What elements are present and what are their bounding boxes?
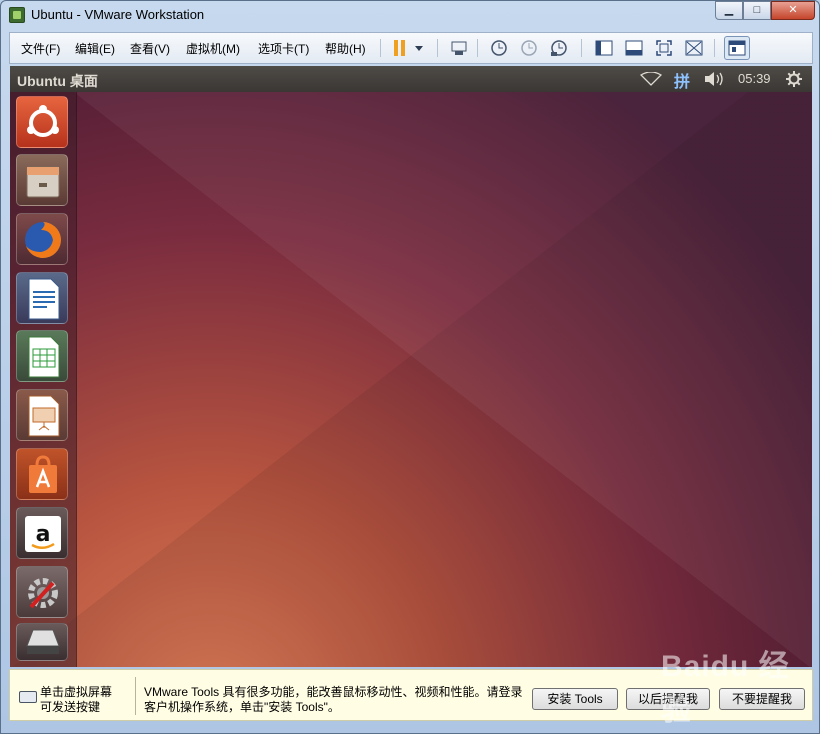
snapshot-take-icon[interactable] — [489, 38, 509, 58]
quick-switch-icon[interactable] — [624, 38, 644, 58]
volume-icon[interactable] — [704, 72, 726, 91]
console-view-icon[interactable] — [594, 38, 614, 58]
menu-file[interactable]: 文件(F) — [21, 40, 60, 57]
toolbar-separator — [581, 39, 582, 57]
vmware-window: Ubuntu - VMware Workstation ▁ □ ✕ 文件(F) … — [0, 0, 820, 734]
watermark: Baidu 经验 — [661, 650, 790, 727]
toolbar-separator — [714, 39, 715, 57]
network-icon[interactable] — [639, 71, 663, 91]
minimize-button[interactable]: ▁ — [715, 1, 743, 20]
libreoffice-calc-icon[interactable] — [16, 330, 68, 382]
software-center-icon[interactable] — [16, 448, 68, 500]
toolbar-separator — [380, 39, 381, 57]
clock[interactable]: 05:39 — [738, 71, 771, 86]
window-controls: ▁ □ ✕ — [715, 1, 815, 20]
vmware-app-icon — [9, 7, 25, 23]
files-icon[interactable] — [16, 154, 68, 206]
click-hint: 单击虚拟屏幕 可发送按键 — [40, 685, 113, 714]
thumbnail-view-icon[interactable] — [724, 36, 750, 60]
infobar-divider — [135, 677, 136, 715]
system-settings-icon[interactable] — [16, 566, 68, 618]
firefox-icon[interactable] — [16, 213, 68, 265]
toolbar-separator — [437, 39, 438, 57]
install-tools-button[interactable]: 安装 Tools — [532, 688, 618, 710]
window-title: Ubuntu - VMware Workstation — [31, 7, 205, 22]
menu-view[interactable]: 查看(V) — [130, 40, 170, 57]
dropdown-arrow-icon[interactable] — [412, 38, 426, 58]
ubuntu-top-panel: Ubuntu 桌面 拼 05:39 — [10, 66, 812, 92]
snapshot-revert-icon[interactable] — [519, 38, 539, 58]
drive-icon[interactable] — [16, 623, 68, 661]
maximize-button[interactable]: □ — [743, 1, 771, 20]
menu-vm[interactable]: 虚拟机(M) — [186, 40, 240, 57]
settings-gear-icon[interactable] — [786, 71, 802, 92]
input-method-icon[interactable]: 拼 — [674, 68, 690, 92]
pause-icon[interactable] — [390, 38, 410, 58]
svg-text:a: a — [36, 522, 51, 547]
tools-message: VMware Tools 具有很多功能，能改善鼠标移动性、视频和性能。请登录客户… — [144, 685, 523, 714]
dash-home-icon[interactable] — [16, 96, 68, 148]
libreoffice-impress-icon[interactable] — [16, 389, 68, 441]
libreoffice-writer-icon[interactable] — [16, 272, 68, 324]
keyboard-icon — [19, 691, 37, 703]
send-ctrl-alt-del-icon[interactable] — [449, 38, 469, 58]
title-bar[interactable]: Ubuntu - VMware Workstation ▁ □ ✕ — [1, 1, 819, 29]
unity-icon[interactable] — [684, 38, 704, 58]
amazon-icon[interactable]: a — [16, 507, 68, 559]
toolbar-separator — [477, 39, 478, 57]
menu-edit[interactable]: 编辑(E) — [75, 40, 115, 57]
menu-help[interactable]: 帮助(H) — [325, 40, 366, 57]
menu-tabs[interactable]: 选项卡(T) — [258, 40, 309, 57]
unity-launcher: a — [10, 92, 77, 667]
virtual-machine-screen[interactable]: Ubuntu 桌面 拼 05:39 a — [10, 66, 812, 667]
menu-toolbar: 文件(F) 编辑(E) 查看(V) 虚拟机(M) 选项卡(T) 帮助(H) — [9, 32, 813, 64]
close-button[interactable]: ✕ — [771, 1, 815, 20]
fullscreen-icon[interactable] — [654, 38, 674, 58]
desktop-title: Ubuntu 桌面 — [17, 73, 98, 89]
ubuntu-desktop[interactable] — [10, 92, 812, 667]
snapshot-manager-icon[interactable] — [549, 38, 569, 58]
